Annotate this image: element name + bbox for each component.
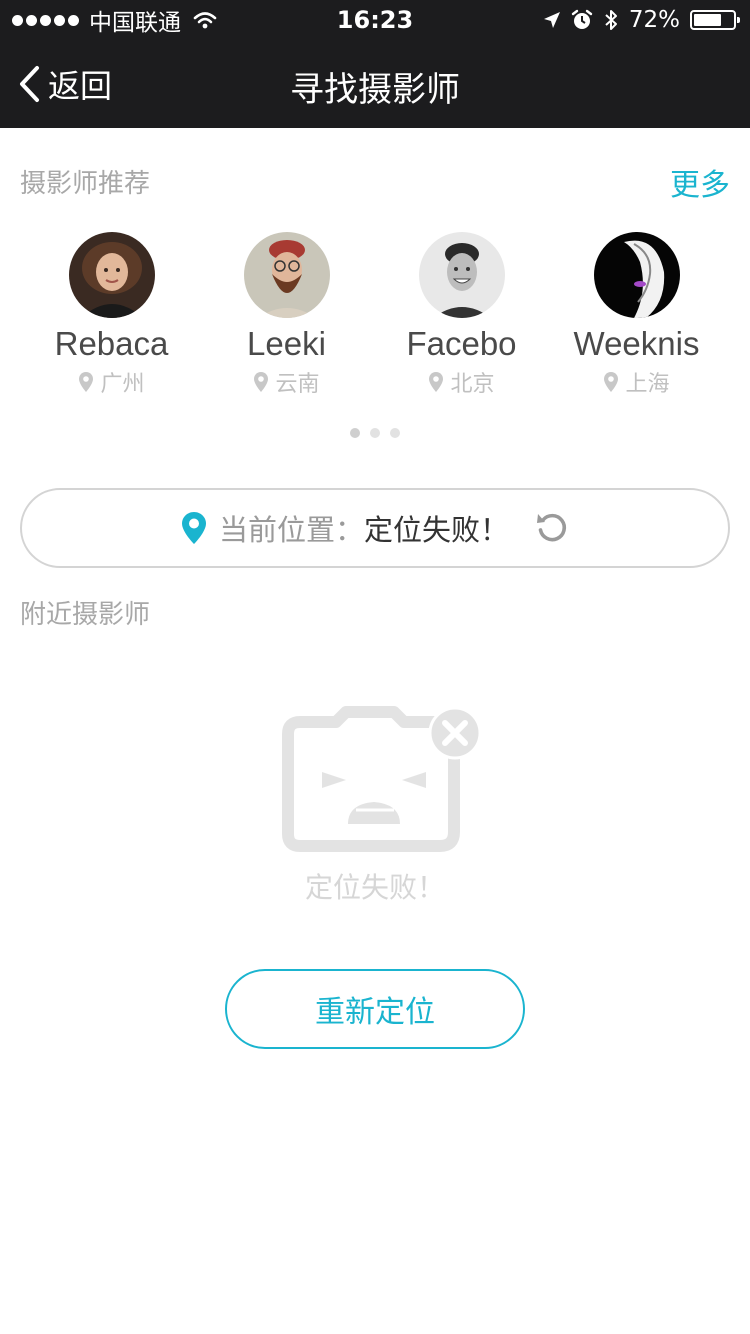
avatar (593, 232, 680, 318)
refresh-icon (537, 513, 567, 542)
city-label: 广州 (100, 372, 145, 397)
location-status: 定位失败！ (364, 513, 510, 547)
recommend-section-title: 摄影师推荐 (20, 169, 151, 199)
avatar (418, 232, 505, 318)
avatar (243, 232, 330, 318)
pager-dot[interactable] (390, 428, 400, 438)
battery-icon (690, 10, 740, 30)
photographer-city: 上海 (549, 366, 724, 398)
page-title: 寻找摄影师 (290, 70, 460, 110)
city-label: 北京 (450, 372, 495, 397)
map-pin-icon (604, 372, 619, 392)
pager-dot[interactable] (350, 428, 360, 438)
nav-bar: 返回 寻找摄影师 (0, 40, 750, 128)
relocate-button[interactable]: 重新定位 (225, 969, 525, 1049)
photographer-city: 北京 (374, 366, 549, 398)
city-label: 上海 (625, 372, 670, 397)
alarm-icon (571, 9, 593, 29)
photographer-name: Rebaca (54, 325, 169, 362)
photographer-city: 云南 (199, 366, 374, 398)
photographer-card[interactable]: Leeki 云南 (199, 232, 374, 398)
bluetooth-icon (605, 10, 617, 30)
map-pin-icon (79, 372, 94, 392)
more-link[interactable]: 更多 (670, 160, 730, 204)
pager-dot[interactable] (370, 428, 380, 438)
battery-percent: 72% (628, 7, 680, 33)
location-arrow-icon (543, 12, 560, 28)
map-pin-icon (254, 372, 269, 392)
city-label: 云南 (275, 372, 320, 397)
photographer-card[interactable]: Facebo 北京 (374, 232, 549, 398)
map-pin-icon (181, 512, 206, 544)
refresh-button[interactable] (535, 511, 569, 545)
photographer-card[interactable]: Weeknis 上海 (549, 232, 724, 398)
empty-state-text: 定位失败！ (304, 871, 445, 904)
photographer-name: Leeki (247, 325, 326, 362)
broken-camera-icon (282, 706, 482, 852)
status-bar: 中国联通 16:23 72% (0, 0, 750, 40)
photographer-name: Facebo (406, 325, 517, 362)
map-pin-icon (429, 372, 444, 392)
photographer-card[interactable]: Rebaca 广州 (24, 232, 199, 398)
carousel-pager[interactable] (0, 428, 750, 438)
avatar (68, 232, 155, 318)
status-right: 72% (543, 6, 740, 34)
photographer-name: Weeknis (573, 325, 700, 362)
battery-level-fill (694, 14, 722, 26)
photographer-recommend-list: Rebaca 广州 Leeki 云南 Facebo 北京 Weeknis 上海 (24, 232, 724, 397)
location-label: 当前位置： (218, 513, 364, 547)
nearby-section-title: 附近摄影师 (20, 600, 151, 630)
current-location-bar: 当前位置： 定位失败！ (20, 488, 730, 568)
photographer-city: 广州 (24, 366, 199, 398)
